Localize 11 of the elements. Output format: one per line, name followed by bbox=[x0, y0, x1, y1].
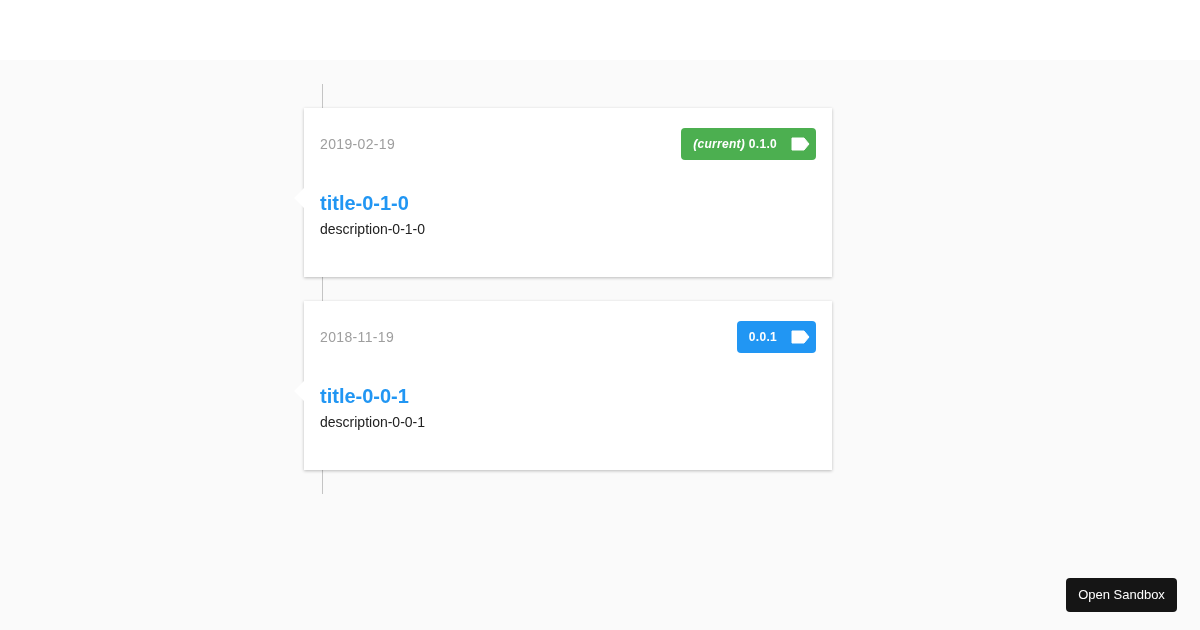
date: 2019-02-19 bbox=[320, 134, 396, 154]
entry-title: title-0-0-1 bbox=[320, 384, 410, 409]
tag-icon bbox=[791, 330, 810, 344]
tag-icon bbox=[791, 137, 810, 151]
badge-label: 0.0.1 bbox=[748, 329, 777, 346]
date: 2018-11-19 bbox=[320, 327, 395, 347]
entry-description: description-0-1-0 bbox=[320, 220, 427, 239]
entry-description: description-0-0-1 bbox=[320, 413, 427, 432]
open-sandbox-button[interactable]: Open Sandbox bbox=[1066, 578, 1177, 612]
badge-label: (current) 0.1.0 bbox=[693, 136, 777, 153]
entry-title: title-0-1-0 bbox=[320, 191, 410, 216]
